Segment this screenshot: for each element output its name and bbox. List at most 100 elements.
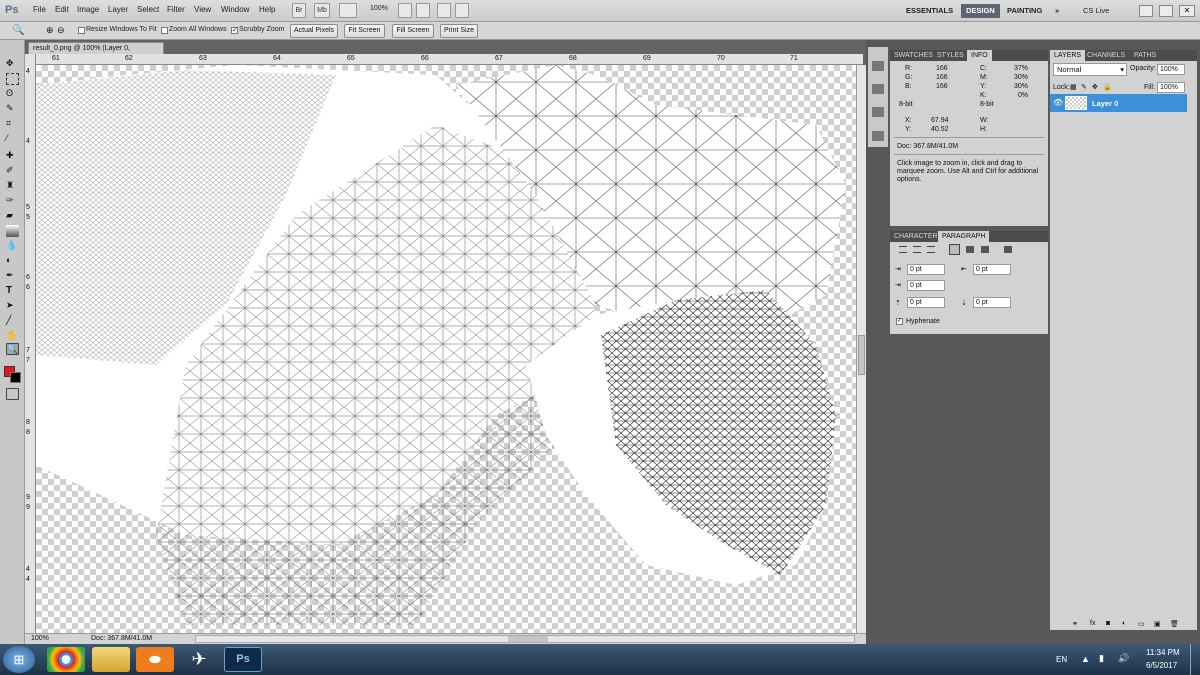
adjustment-layer-icon[interactable]: ◐ (1122, 620, 1126, 627)
align-center-icon[interactable] (913, 246, 921, 253)
indent-right-input[interactable]: 0 pt (973, 264, 1011, 275)
zoom-all-windows-checkbox[interactable] (161, 27, 168, 34)
menu-window[interactable]: Window (221, 5, 249, 14)
marquee-tool-icon[interactable] (6, 73, 19, 85)
tab-character[interactable]: CHARACTER (890, 231, 942, 242)
history-brush-tool-icon[interactable]: ✑ (6, 195, 19, 207)
fill-input[interactable]: 100% (1157, 82, 1185, 93)
file-explorer-icon[interactable] (92, 647, 130, 672)
tab-channels[interactable]: CHANNELS (1083, 50, 1129, 61)
new-layer-icon[interactable]: ▣ (1154, 620, 1161, 628)
tab-styles[interactable]: STYLES (933, 50, 968, 61)
history-icon[interactable] (872, 107, 884, 117)
resize-windows-checkbox[interactable] (78, 27, 85, 34)
cs-live-button[interactable]: CS Live (1078, 4, 1114, 18)
scrubby-zoom-checkbox[interactable]: ✓ (231, 27, 238, 34)
justify-last-right-icon[interactable] (981, 246, 989, 253)
show-desktop-button[interactable] (1190, 644, 1200, 675)
space-after-input[interactable]: 0 pt (973, 297, 1011, 308)
workspace-design[interactable]: DESIGN (961, 4, 1000, 18)
menu-edit[interactable]: Edit (55, 5, 69, 14)
lock-image-icon[interactable]: ✎ (1081, 83, 1087, 91)
zoom-tool-icon[interactable]: 🔍 (12, 25, 24, 36)
zoom-level-select[interactable]: 100% (370, 5, 388, 12)
workspace-painting[interactable]: PAINTING (1002, 4, 1047, 18)
volume-icon[interactable]: 🔊 (1118, 653, 1129, 664)
background-color-swatch[interactable] (10, 372, 21, 383)
layer-mask-icon[interactable]: ◙ (1106, 620, 1110, 627)
view-extras-button[interactable] (339, 3, 357, 18)
blur-tool-icon[interactable]: 💧 (6, 240, 19, 252)
scroll-thumb[interactable] (858, 335, 865, 375)
crop-tool-icon[interactable]: ⌗ (6, 118, 19, 130)
pen-tool-icon[interactable]: ✒ (6, 270, 19, 282)
close-icon[interactable]: ✕ (1179, 5, 1195, 17)
actions-icon[interactable] (872, 131, 884, 141)
tab-swatches[interactable]: SWATCHES (890, 50, 937, 61)
gradient-tool-icon[interactable] (6, 225, 19, 237)
zoom-tool-active-icon[interactable]: 🔍 (6, 343, 19, 355)
bridge-button[interactable]: Br (292, 3, 306, 18)
type-tool-icon[interactable]: T (6, 285, 19, 297)
menu-layer[interactable]: Layer (108, 5, 128, 14)
fill-screen-button[interactable]: Fill Screen (392, 24, 434, 38)
tab-paragraph[interactable]: PARAGRAPH (938, 231, 990, 242)
justify-last-left-icon[interactable] (949, 244, 960, 255)
visibility-eye-icon[interactable]: 👁 (1053, 98, 1063, 107)
menu-help[interactable]: Help (259, 5, 275, 14)
lock-position-icon[interactable]: ✥ (1092, 83, 1098, 91)
line-tool-icon[interactable]: ╱ (6, 315, 19, 327)
space-before-input[interactable]: 0 pt (907, 297, 945, 308)
arrange-documents-button[interactable] (437, 3, 451, 18)
tab-paths[interactable]: PATHS (1130, 50, 1160, 61)
rotate-view-button[interactable] (416, 3, 430, 18)
print-size-button[interactable]: Print Size (440, 24, 478, 38)
hand-tool-icon[interactable]: ✋ (6, 330, 19, 342)
mini-bridge-button[interactable]: Mb (314, 3, 330, 18)
justify-all-icon[interactable] (1004, 246, 1012, 253)
layer-name[interactable]: Layer 0 (1092, 99, 1118, 108)
lock-all-icon[interactable]: 🔒 (1103, 83, 1112, 91)
first-line-indent-input[interactable]: 0 pt (907, 280, 945, 291)
eraser-tool-icon[interactable]: ▰ (6, 210, 19, 222)
menu-select[interactable]: Select (137, 5, 159, 14)
zoom-in-icon[interactable]: ⊕ (46, 25, 54, 36)
vertical-scrollbar[interactable] (856, 65, 866, 633)
start-button[interactable]: ⊞ (3, 646, 35, 673)
clock-time[interactable]: 11:34 PM (1146, 648, 1180, 657)
actual-pixels-button[interactable]: Actual Pixels (290, 24, 338, 38)
more-workspaces-button[interactable]: » (1050, 4, 1064, 18)
tab-layers[interactable]: LAYERS (1050, 50, 1086, 61)
dodge-tool-icon[interactable]: ◐ (6, 255, 19, 267)
hyphenate-checkbox[interactable]: ✓ (896, 318, 903, 325)
tab-info[interactable]: INFO (967, 50, 992, 61)
document-tab[interactable]: result_0.png @ 100% (Layer 0, RGB/8)× (28, 42, 164, 63)
clone-stamp-tool-icon[interactable]: ♜ (6, 180, 19, 192)
clock-date[interactable]: 6/5/2017 (1146, 661, 1177, 670)
layer-style-icon[interactable]: fx (1090, 620, 1095, 627)
blend-mode-select[interactable]: Normal ▾ (1053, 63, 1127, 76)
menu-filter[interactable]: Filter (167, 5, 185, 14)
quick-select-tool-icon[interactable]: ✎ (6, 103, 19, 115)
language-indicator[interactable]: EN (1056, 655, 1067, 664)
lock-transparent-icon[interactable]: ▦ (1070, 83, 1077, 91)
layer-row-layer-0[interactable]: 👁 Layer 0 (1050, 94, 1187, 112)
minimize-button[interactable] (1139, 5, 1153, 17)
workspace-essentials[interactable]: ESSENTIALS (901, 4, 958, 18)
align-left-icon[interactable] (899, 246, 907, 253)
hand-tool-button[interactable] (398, 3, 412, 18)
signal-icon[interactable]: ▮ (1099, 653, 1104, 664)
path-selection-tool-icon[interactable]: ➤ (6, 300, 19, 312)
move-tool-icon[interactable]: ✥ (6, 58, 19, 70)
eyedropper-tool-icon[interactable]: ⁄ (6, 133, 19, 145)
healing-brush-tool-icon[interactable]: ✚ (6, 150, 19, 162)
photoshop-taskbar-icon[interactable]: Ps (224, 647, 262, 672)
screen-mode-button[interactable] (455, 3, 469, 18)
new-group-icon[interactable]: ▭ (1138, 620, 1145, 628)
navigator-icon[interactable] (872, 61, 884, 71)
scroll-thumb[interactable] (508, 636, 548, 642)
lasso-tool-icon[interactable]: ʘ (6, 88, 19, 100)
delete-layer-icon[interactable]: 🗑 (1170, 620, 1179, 628)
fit-screen-button[interactable]: Fit Screen (344, 24, 385, 38)
media-player-icon[interactable] (136, 647, 174, 672)
